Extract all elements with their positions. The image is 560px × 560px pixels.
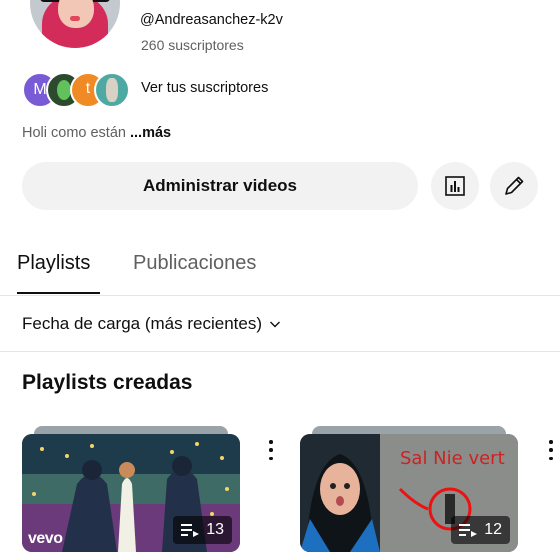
more-options-icon[interactable] <box>545 440 557 460</box>
pencil-icon <box>505 176 524 195</box>
divider <box>0 351 560 352</box>
playlist-count-badge: 12 <box>451 516 510 544</box>
svg-text:Sal Nie vert: Sal Nie vert <box>400 448 505 469</box>
vevo-watermark: vevo <box>28 530 63 547</box>
bar-chart-icon <box>445 176 465 196</box>
analytics-button[interactable] <box>431 162 479 210</box>
channel-handle: @Andreasanchez-k2v <box>140 12 283 28</box>
playlist-icon <box>459 524 478 537</box>
view-subscribers-link[interactable]: Ver tus suscriptores <box>141 80 268 96</box>
selected-tab-indicator <box>17 292 100 294</box>
playlist-icon <box>181 524 200 537</box>
chevron-down-icon <box>270 321 280 328</box>
playlist-video-count: 13 <box>206 521 224 538</box>
subscriber-avatar <box>94 72 130 108</box>
channel-avatar[interactable] <box>30 0 120 48</box>
edit-channel-button[interactable] <box>490 162 538 210</box>
playlist-thumbnail[interactable]: vevo 13 <box>22 434 240 552</box>
divider <box>0 295 560 296</box>
playlist-video-count: 12 <box>484 521 502 538</box>
tab-playlists[interactable]: Playlists <box>17 252 90 275</box>
sort-dropdown[interactable]: Fecha de carga (más recientes) <box>22 314 282 334</box>
description-text: Holi como están <box>22 125 126 141</box>
manage-videos-button[interactable]: Administrar videos <box>22 162 418 210</box>
playlist-card[interactable]: Sal Nie vert 12 <box>300 426 518 552</box>
subscriber-avatars[interactable]: M t <box>22 72 132 108</box>
playlist-thumbnail[interactable]: Sal Nie vert 12 <box>300 434 518 552</box>
playlist-count-badge: 13 <box>173 516 232 544</box>
playlist-card[interactable]: vevo 13 <box>22 426 240 552</box>
section-title: Playlists creadas <box>22 371 193 394</box>
tab-publicaciones[interactable]: Publicaciones <box>133 252 256 275</box>
subscriber-count: 260 suscriptores <box>141 37 244 53</box>
channel-description[interactable]: Holi como están ...más <box>22 125 171 141</box>
more-options-icon[interactable] <box>265 440 277 460</box>
more-link[interactable]: ...más <box>130 125 171 141</box>
sort-label: Fecha de carga (más recientes) <box>22 314 262 333</box>
